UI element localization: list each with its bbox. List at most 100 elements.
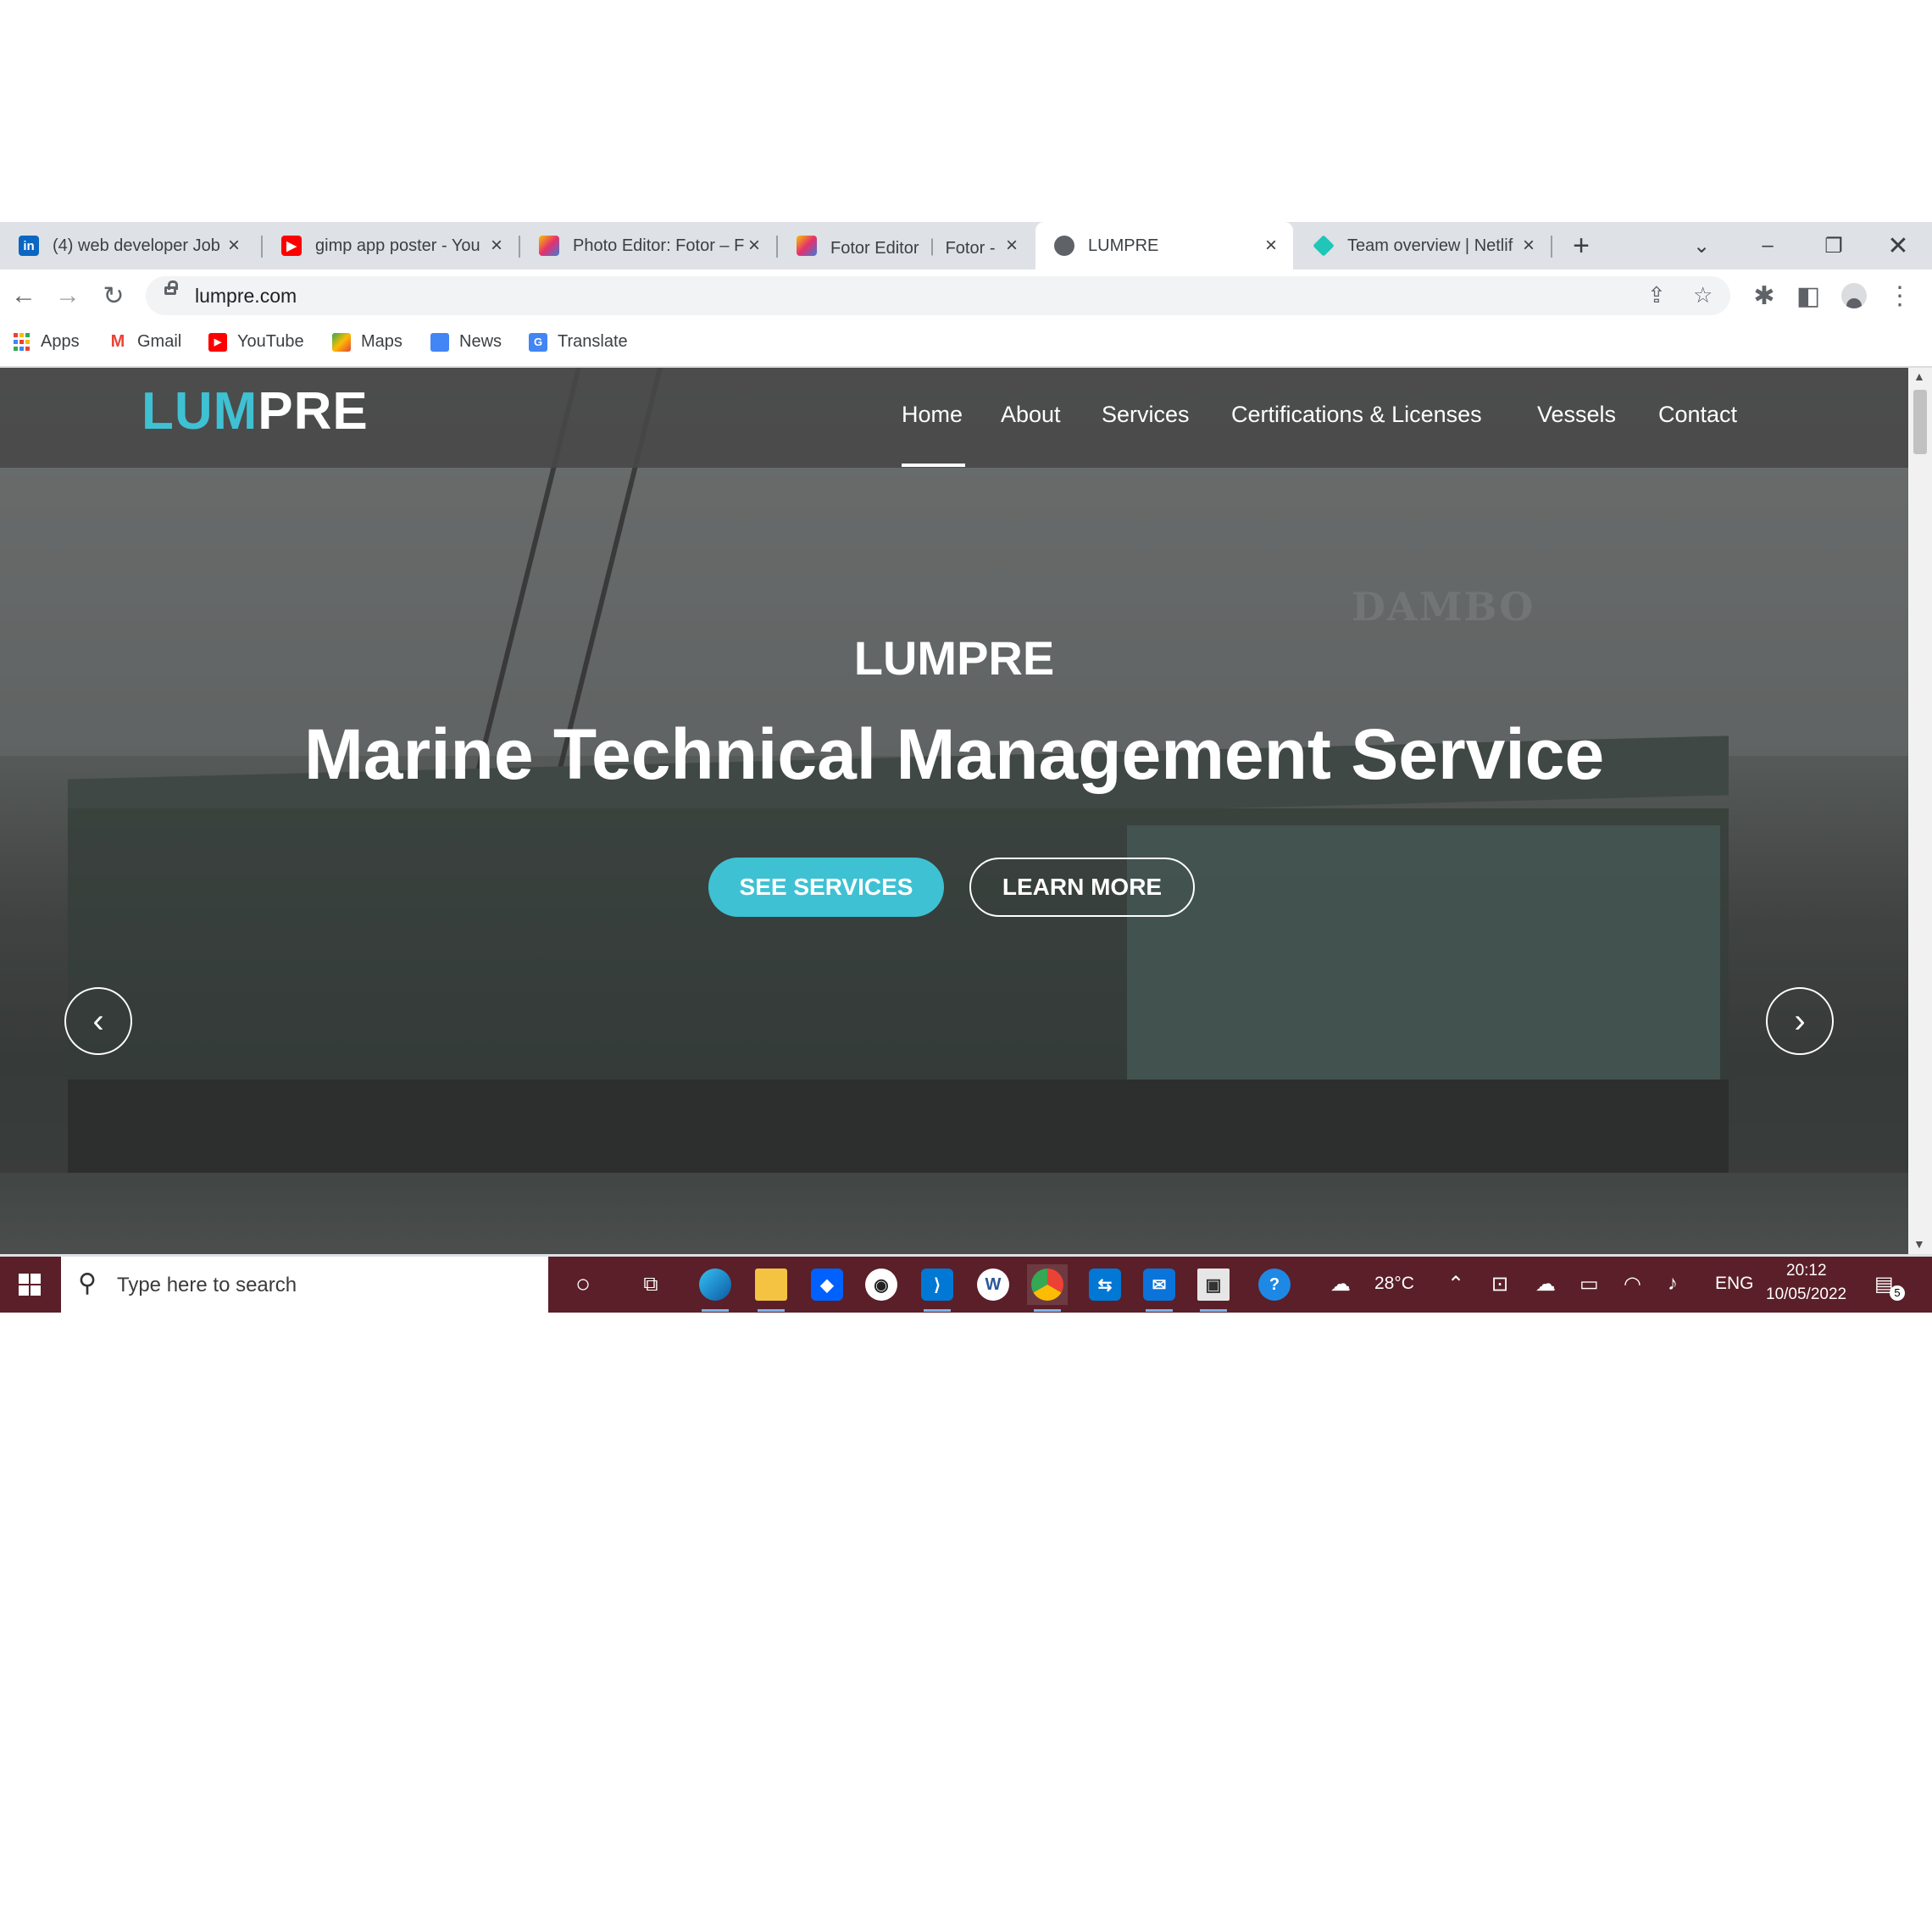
site-logo[interactable]: LUMPRE	[142, 381, 369, 441]
tab-title: Photo Editor: Fotor – F	[573, 236, 744, 255]
mail-icon[interactable]: ✉	[1139, 1264, 1180, 1312]
bookmark-label: Apps	[41, 332, 80, 351]
weather-cloud-icon[interactable]: ☁	[1330, 1272, 1351, 1296]
profile-avatar-icon[interactable]	[1835, 277, 1873, 314]
taskbar-search-box[interactable]: ⚲ Type here to search	[61, 1257, 548, 1313]
photo-viewer-icon[interactable]: ▣	[1193, 1264, 1234, 1312]
star-bookmark-icon[interactable]: ☆	[1693, 282, 1713, 308]
edge-browser-icon[interactable]	[695, 1264, 736, 1312]
side-panel-icon[interactable]: ◧	[1790, 277, 1827, 314]
close-icon[interactable]: ×	[486, 234, 507, 258]
remote-desktop-icon[interactable]: ⇆	[1085, 1264, 1125, 1305]
tab-netlify[interactable]: Team overview | Netlif ×	[1295, 222, 1551, 269]
close-icon[interactable]: ×	[1518, 234, 1539, 258]
vscode-icon[interactable]: ⟩	[917, 1264, 958, 1312]
close-icon[interactable]: ×	[744, 234, 764, 258]
tab-fotor-photo-editor[interactable]: Photo Editor: Fotor – F ×	[520, 222, 776, 269]
dropbox-icon[interactable]: ◆	[807, 1264, 847, 1305]
browser-toolbar: ← → ↻ lumpre.com ⇪ ☆ ✱ ◧ ⋮	[0, 269, 1932, 322]
restore-button[interactable]: ❐	[1808, 222, 1859, 269]
share-icon[interactable]: ⇪	[1647, 282, 1666, 308]
nav-vessels[interactable]: Vessels	[1537, 402, 1616, 428]
file-explorer-icon[interactable]	[751, 1264, 791, 1312]
tab-linkedin[interactable]: in (4) web developer Job ×	[0, 222, 256, 269]
meet-now-icon[interactable]: ⊡	[1491, 1272, 1508, 1296]
site-header: LUMPRE Home About Services Certification…	[0, 368, 1908, 468]
maps-icon	[332, 332, 351, 352]
nav-certifications[interactable]: Certifications & Licenses	[1231, 402, 1482, 428]
cortana-icon[interactable]: ○	[563, 1264, 603, 1305]
bookmark-maps[interactable]: Maps	[332, 332, 402, 352]
tab-separator	[1551, 236, 1552, 258]
task-view-icon[interactable]: ⧉	[630, 1264, 671, 1305]
help-icon[interactable]: ?	[1254, 1264, 1295, 1305]
github-desktop-icon[interactable]: ◉	[861, 1264, 902, 1305]
translate-icon: G	[529, 332, 547, 352]
lock-icon[interactable]	[164, 280, 178, 295]
scroll-down-arrow-icon[interactable]: ▼	[1913, 1237, 1925, 1251]
logo-part-1: LUM	[142, 382, 258, 441]
url-text[interactable]: lumpre.com	[195, 285, 297, 308]
hero-title: Marine Technical Management Service	[303, 714, 1605, 794]
battery-icon[interactable]: ▭	[1579, 1272, 1599, 1296]
tab-title: (4) web developer Job	[53, 236, 220, 255]
clock-time[interactable]: 20:12	[1786, 1262, 1827, 1280]
desktop-screen: in (4) web developer Job × ▶ gimp app po…	[0, 222, 1932, 1313]
word-icon[interactable]: W	[973, 1264, 1013, 1305]
start-button[interactable]	[0, 1257, 59, 1313]
close-icon[interactable]: ×	[1002, 234, 1022, 258]
nav-home[interactable]: Home	[902, 402, 963, 428]
nav-about[interactable]: About	[1001, 402, 1061, 428]
bookmark-label: News	[459, 332, 502, 351]
linkedin-icon: in	[19, 236, 39, 256]
minimize-button[interactable]: –	[1742, 222, 1793, 269]
menu-kebab-icon[interactable]: ⋮	[1881, 277, 1918, 314]
tab-search-chevron-icon[interactable]: ⌄	[1676, 222, 1727, 269]
onedrive-icon[interactable]: ☁	[1535, 1272, 1556, 1296]
input-language[interactable]: ENG	[1715, 1274, 1754, 1294]
tab-fotor-editor[interactable]: Fotor Editor ｜ Fotor - ×	[778, 222, 1034, 269]
learn-more-button[interactable]: LEARN MORE	[969, 858, 1195, 917]
windows-taskbar: ⚲ Type here to search ○ ⧉ ◆ ◉ ⟩ W ⇆ ✉ ▣ …	[0, 1257, 1932, 1313]
back-button[interactable]: ←	[5, 277, 42, 314]
bookmark-youtube[interactable]: ▶ YouTube	[208, 332, 304, 352]
volume-icon[interactable]: ♪	[1668, 1272, 1678, 1296]
nav-active-underline	[902, 464, 965, 467]
clock-date[interactable]: 10/05/2022	[1766, 1285, 1846, 1304]
tab-title: Team overview | Netlif	[1347, 236, 1513, 255]
scroll-up-arrow-icon[interactable]: ▲	[1913, 369, 1925, 383]
tab-title: LUMPRE	[1088, 236, 1159, 255]
wifi-icon[interactable]: ◠	[1624, 1272, 1641, 1296]
weather-temperature[interactable]: 28°C	[1374, 1274, 1414, 1294]
scroll-thumb[interactable]	[1913, 390, 1927, 454]
close-window-button[interactable]: ✕	[1873, 222, 1924, 269]
bookmark-gmail[interactable]: M Gmail	[108, 332, 182, 352]
bookmark-label: YouTube	[237, 332, 304, 351]
close-icon[interactable]: ×	[224, 234, 244, 258]
carousel-next-button[interactable]: ›	[1766, 987, 1834, 1055]
extensions-puzzle-icon[interactable]: ✱	[1746, 277, 1783, 314]
tab-strip: in (4) web developer Job × ▶ gimp app po…	[0, 222, 1932, 269]
nav-services[interactable]: Services	[1102, 402, 1190, 428]
tab-lumpre[interactable]: LUMPRE ×	[1035, 222, 1293, 269]
bookmark-label: Maps	[361, 332, 402, 351]
close-icon[interactable]: ×	[1261, 234, 1281, 258]
see-services-button[interactable]: SEE SERVICES	[708, 858, 944, 917]
bookmark-apps[interactable]: Apps	[12, 332, 80, 352]
page-scrollbar[interactable]: ▲ ▼	[1908, 368, 1932, 1254]
reload-button[interactable]: ↻	[95, 277, 132, 314]
new-tab-button[interactable]: +	[1556, 222, 1607, 269]
tab-youtube[interactable]: ▶ gimp app poster - You ×	[263, 222, 519, 269]
nav-contact[interactable]: Contact	[1658, 402, 1737, 428]
bookmark-translate[interactable]: G Translate	[529, 332, 628, 352]
carousel-prev-button[interactable]: ‹	[64, 987, 132, 1055]
taskbar-search-placeholder[interactable]: Type here to search	[117, 1274, 297, 1297]
fotor-icon	[797, 236, 817, 256]
chevron-up-icon[interactable]: ⌃	[1447, 1272, 1464, 1296]
forward-button[interactable]: →	[49, 277, 86, 314]
address-bar[interactable]: lumpre.com ⇪ ☆	[146, 276, 1730, 315]
apps-grid-icon	[12, 333, 31, 352]
bookmark-news[interactable]: News	[430, 332, 502, 352]
bookmark-label: Gmail	[137, 332, 182, 351]
chrome-icon[interactable]	[1027, 1264, 1068, 1312]
